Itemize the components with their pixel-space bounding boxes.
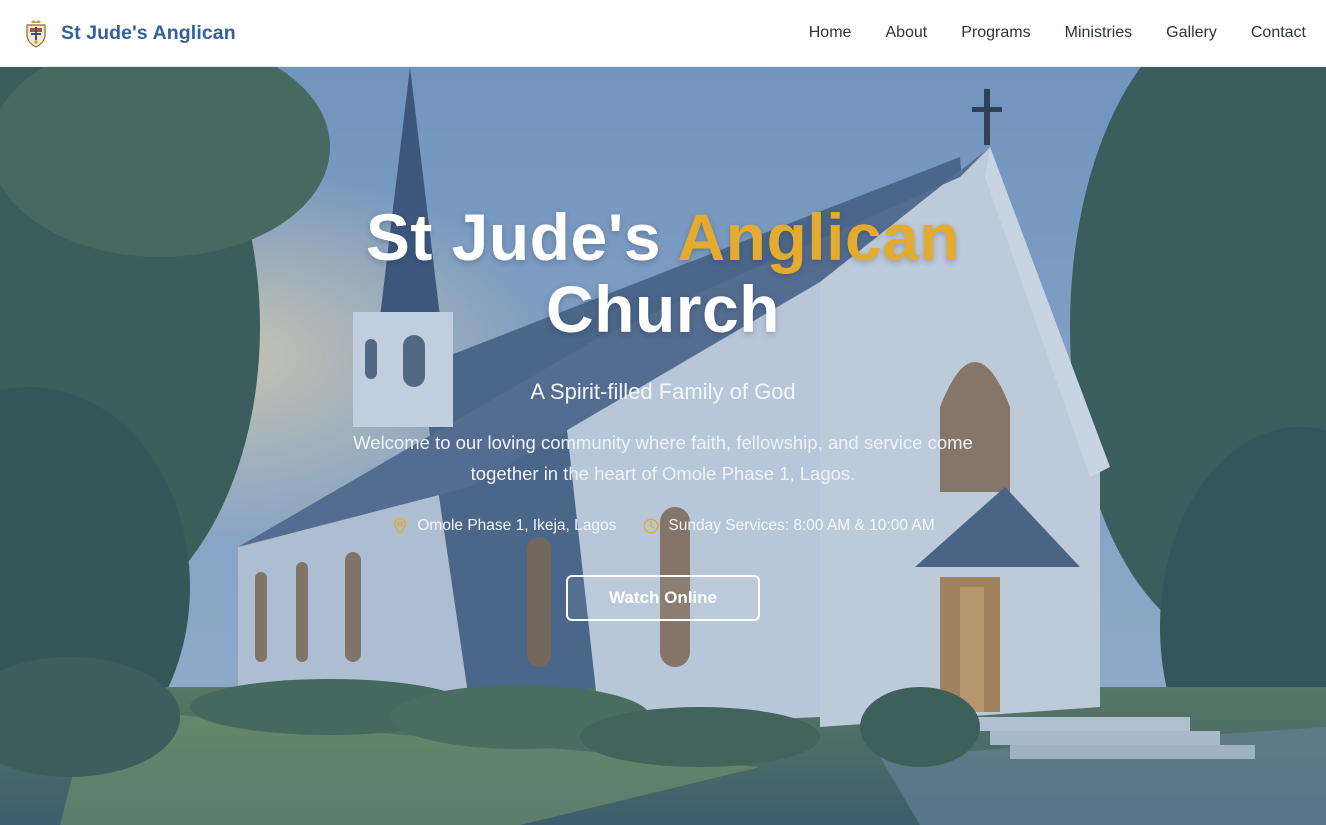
hero-title-accent: Anglican [677, 200, 961, 274]
nav-ministries[interactable]: Ministries [1065, 24, 1133, 42]
location-info: Omole Phase 1, Ikeja, Lagos [391, 517, 616, 535]
hero-content: St Jude's Anglican Church A Spirit-fille… [0, 67, 1326, 825]
hero-section: St Jude's Anglican Church A Spirit-fille… [0, 67, 1326, 825]
nav-gallery[interactable]: Gallery [1166, 24, 1217, 42]
nav-contact[interactable]: Contact [1251, 24, 1306, 42]
hero-title-part2: Church [546, 272, 780, 346]
hero-info: Omole Phase 1, Ikeja, Lagos Sunday Servi… [0, 517, 1326, 535]
hero-subtitle: A Spirit-filled Family of God [530, 379, 796, 404]
nav-programs[interactable]: Programs [961, 24, 1030, 42]
top-navbar: St Jude's Anglican Home About Programs M… [0, 0, 1326, 67]
map-pin-icon [394, 517, 407, 535]
nav-home[interactable]: Home [809, 24, 852, 42]
services-text: Sunday Services: 8:00 AM & 10:00 AM [668, 517, 935, 534]
church-crest-icon [26, 20, 46, 48]
nav-about[interactable]: About [885, 24, 927, 42]
brand-name: St Jude's Anglican [61, 21, 236, 44]
location-text: Omole Phase 1, Ikeja, Lagos [417, 517, 617, 534]
clock-icon [643, 518, 659, 534]
hero-title: St Jude's Anglican Church [0, 201, 1326, 345]
hero-welcome-text: Welcome to our loving community where fa… [353, 432, 973, 484]
watch-online-button[interactable]: Watch Online [566, 575, 760, 621]
brand[interactable]: St Jude's Anglican [24, 18, 236, 48]
main-nav: Home About Programs Ministries Gallery C… [809, 24, 1306, 42]
services-info: Sunday Services: 8:00 AM & 10:00 AM [642, 517, 935, 535]
hero-title-part1: St Jude's [365, 200, 662, 274]
